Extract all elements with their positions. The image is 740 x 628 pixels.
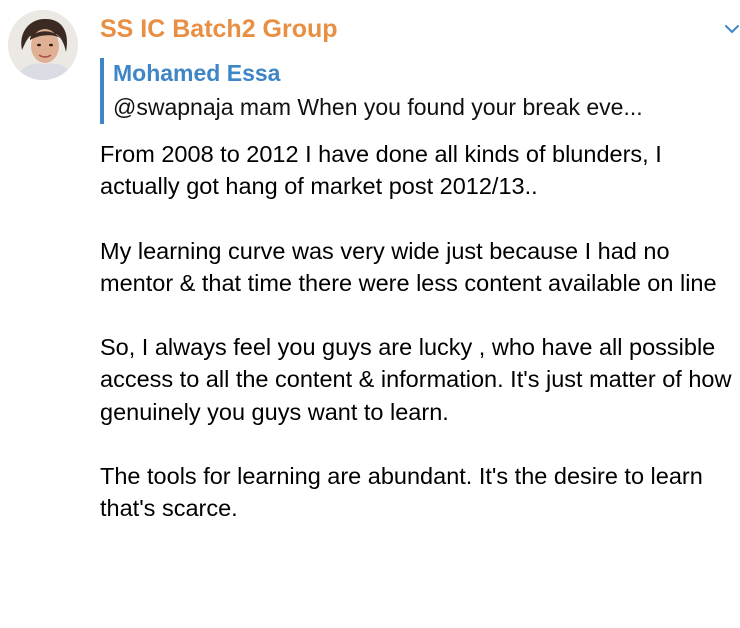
reply-quote[interactable]: Mohamed Essa @swapnaja mam When you foun… [100, 58, 735, 124]
message-paragraph: So, I always feel you guys are lucky , w… [100, 334, 732, 425]
chevron-down-icon[interactable] [724, 22, 740, 36]
message-paragraph: The tools for learning are abundant. It'… [100, 462, 703, 522]
message-body: From 2008 to 2012 I have done all kinds … [100, 138, 736, 524]
avatar-photo [8, 10, 78, 80]
message-paragraph: My learning curve was very wide just bec… [100, 237, 717, 296]
avatar[interactable] [8, 10, 78, 80]
reply-author: Mohamed Essa [113, 60, 281, 86]
group-name[interactable]: SS IC Batch2 Group [100, 13, 338, 45]
message-paragraph: From 2008 to 2012 I have done all kinds … [100, 141, 662, 200]
reply-preview: @swapnaja mam When you found your break … [113, 94, 643, 120]
